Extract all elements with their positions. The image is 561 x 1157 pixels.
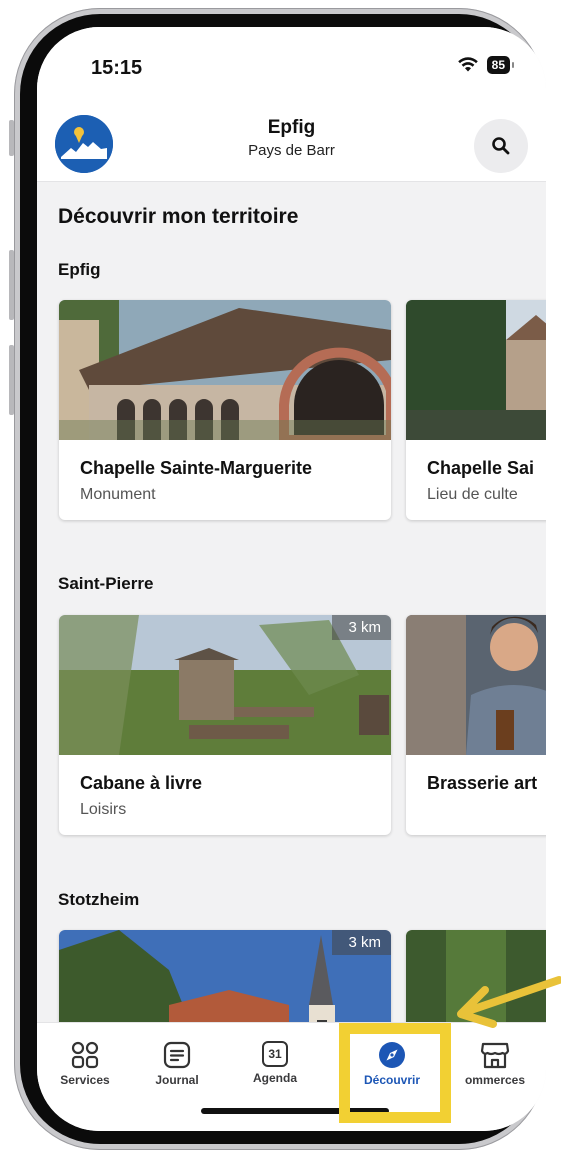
- storefront-icon: [480, 1042, 510, 1069]
- tab-label: Journal: [155, 1073, 199, 1087]
- battery-indicator: 85: [486, 56, 515, 74]
- calendar-day: 31: [268, 1047, 282, 1061]
- tab-commerces[interactable]: ommerces: [455, 1041, 535, 1087]
- tab-label: Agenda: [252, 1071, 297, 1085]
- tab-label: Services: [60, 1073, 110, 1087]
- place-card[interactable]: Chapelle Sai Lieu de culte: [406, 300, 546, 520]
- tab-services[interactable]: Services: [45, 1041, 125, 1087]
- tab-agenda[interactable]: 31 Agenda: [235, 1041, 315, 1085]
- journal-icon: [163, 1041, 191, 1069]
- section-title-epfig: Epfig: [58, 260, 101, 279]
- mute-switch: [9, 120, 14, 156]
- place-card[interactable]: Chapelle Sainte-Marguerite Monument: [59, 300, 391, 520]
- section-title-saint-pierre: Saint-Pierre: [58, 574, 154, 593]
- search-button[interactable]: [474, 119, 528, 173]
- tab-label: ommerces: [464, 1073, 526, 1087]
- place-title: Brasserie art: [427, 773, 538, 793]
- search-icon: [492, 137, 510, 155]
- place-photo: [406, 615, 546, 755]
- volume-up-button: [9, 250, 14, 320]
- card-row-saint-pierre[interactable]: 3 km Cabane à livre Loisirs Brasserie ar…: [59, 615, 546, 836]
- header-title: Epfig: [267, 117, 316, 138]
- card-row-epfig[interactable]: Chapelle Sainte-Marguerite Monument Chap…: [59, 300, 546, 521]
- place-title: Cabane à livre: [80, 773, 203, 793]
- page-title: Découvrir mon territoire: [58, 205, 299, 228]
- place-category: Loisirs: [80, 801, 127, 818]
- place-card[interactable]: 3 km Cabane à livre Loisirs: [59, 615, 391, 835]
- grid-icon: [71, 1041, 99, 1069]
- place-photo: [406, 300, 546, 440]
- distance-badge: 3 km: [332, 930, 391, 955]
- distance-badge: 3 km: [332, 615, 391, 640]
- place-category: Lieu de culte: [427, 486, 518, 503]
- place-card[interactable]: Brasserie art: [406, 615, 546, 835]
- status-time: 15:15: [91, 57, 143, 79]
- section-title-stotzheim: Stotzheim: [58, 890, 140, 909]
- status-bar: 15:15 85: [37, 27, 546, 97]
- place-title: Chapelle Sai: [427, 458, 535, 478]
- place-category: Monument: [80, 486, 156, 503]
- discover-content[interactable]: Découvrir mon territoire Epfig Chapelle …: [37, 182, 546, 1022]
- header-subtitle: Pays de Barr: [248, 142, 335, 159]
- place-photo: [59, 300, 391, 440]
- place-title: Chapelle Sainte-Marguerite: [80, 458, 313, 478]
- place-card[interactable]: 3 km: [59, 930, 391, 1022]
- wifi-icon: [457, 57, 478, 72]
- app-header: Epfig Pays de Barr: [37, 97, 546, 182]
- highlight-box: [339, 1023, 451, 1123]
- tab-bar: Services Journal 31 Agenda Découvrir omm…: [37, 1022, 546, 1131]
- status-indicators: 85: [457, 56, 515, 74]
- arrow-icon: [457, 976, 561, 1028]
- calendar-icon: 31: [262, 1041, 288, 1067]
- tab-journal[interactable]: Journal: [137, 1041, 217, 1087]
- volume-down-button: [9, 345, 14, 415]
